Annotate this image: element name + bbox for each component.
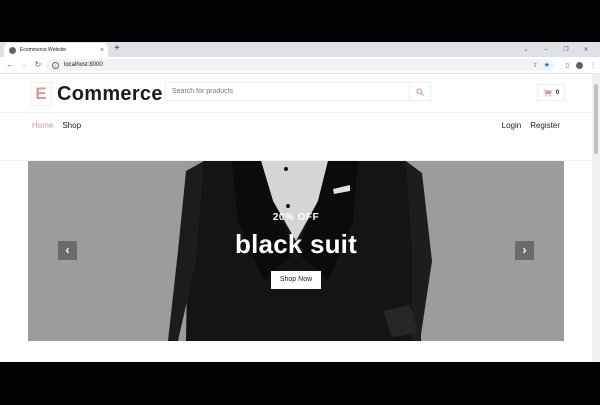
register-link[interactable]: Register [530,121,560,130]
hero-discount: 20% OFF [272,212,320,223]
info-icon[interactable]: i [52,61,59,69]
search-icon[interactable] [409,83,430,100]
hero-headline: black suit [235,229,357,259]
logo-letter: E [30,82,52,106]
cart-count: 0 [555,89,560,96]
forward-icon[interactable]: → [17,57,31,73]
minimize-icon[interactable]: – [536,47,556,53]
login-link[interactable]: Login [502,121,522,130]
auth-nav: Login Register [502,121,560,130]
logo-text: Commerce [57,82,163,105]
site-logo[interactable]: E Commerce [30,82,163,106]
carousel-next-icon[interactable]: › [515,241,534,260]
page-content: E Commerce 0 Home Shop [0,74,592,362]
back-icon[interactable]: ← [3,57,17,73]
hero-carousel: 20% OFF black suit Shop Now ‹ › [28,161,564,341]
browser-toolbar: ← → ↻ i localhost:8000 ⇪ ★ ▯ ⋮ [0,57,600,74]
nav-item-home[interactable]: Home [32,121,53,130]
globe-icon [9,46,16,54]
window-controls: ⌄ – ❐ ✕ [516,42,596,57]
reload-icon[interactable]: ↻ [31,57,45,73]
tab-strip: Ecommerce Website × + ⌄ – ❐ ✕ [0,42,600,57]
star-icon[interactable]: ★ [544,61,550,69]
search-bar [165,82,431,101]
browser-tab[interactable]: Ecommerce Website × [4,43,108,57]
menu-icon[interactable]: ⋮ [590,62,596,69]
shop-now-button[interactable]: Shop Now [271,271,321,289]
tab-search-icon[interactable]: ⌄ [516,46,536,53]
browser-window: Ecommerce Website × + ⌄ – ❐ ✕ ← → ↻ i lo… [0,42,600,362]
cart-button[interactable]: 0 [537,84,565,101]
address-bar[interactable]: i localhost:8000 ⇪ ★ [46,59,554,71]
window-close-icon[interactable]: ✕ [576,46,596,53]
share-icon[interactable]: ⇪ [533,62,538,69]
tab-title: Ecommerce Website [20,47,67,53]
page-scrollbar[interactable] [592,74,600,362]
search-glyph [416,87,424,96]
url-text: localhost:8000 [64,62,103,68]
search-input[interactable] [166,87,412,96]
cart-icon [543,88,552,97]
carousel-prev-icon[interactable]: ‹ [58,241,77,260]
divider [0,112,592,113]
new-tab-button[interactable]: + [114,43,120,55]
scrollbar-thumb[interactable] [594,84,598,154]
restore-icon[interactable]: ❐ [556,46,576,53]
main-nav: Home Shop [32,121,81,130]
close-icon[interactable]: × [100,47,104,54]
sidepanel-icon[interactable]: ▯ [566,62,569,69]
profile-avatar-icon[interactable] [576,61,583,69]
nav-item-shop[interactable]: Shop [62,121,81,130]
